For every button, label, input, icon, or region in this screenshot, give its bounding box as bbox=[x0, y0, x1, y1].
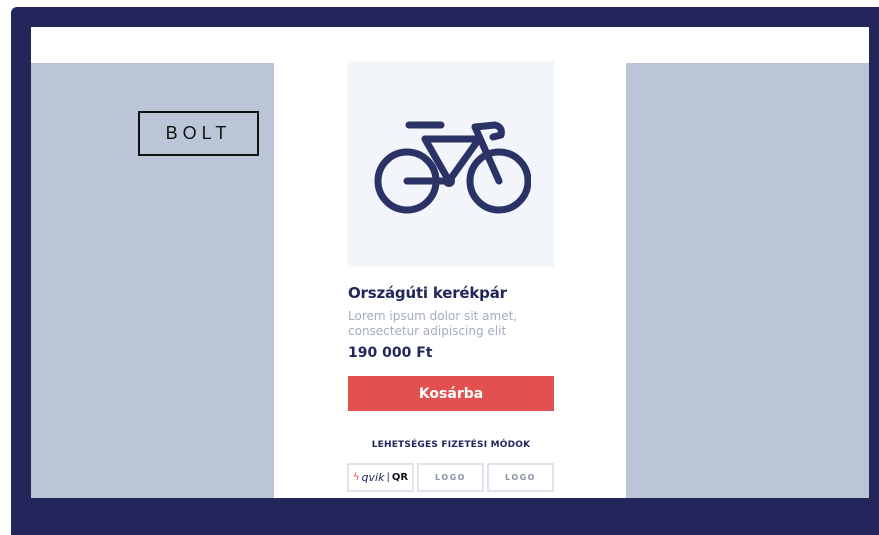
product-description: Lorem ipsum dolor sit amet, consectetur … bbox=[348, 309, 518, 338]
add-to-cart-button[interactable]: Kosárba bbox=[348, 376, 554, 411]
screen: BOLT Országúti kerékpár Lorem ipsum dolo… bbox=[31, 27, 869, 498]
product-title: Országúti kerékpár bbox=[348, 284, 507, 302]
qvik-separator: | bbox=[386, 472, 390, 483]
qvik-qr-label: QR bbox=[391, 472, 409, 483]
payment-logo-placeholder: LOGO bbox=[505, 473, 536, 482]
payment-logo-placeholder: LOGO bbox=[435, 473, 466, 482]
qvik-logo-icon: ϟ bbox=[352, 472, 360, 483]
payment-methods-title: LEHETSÉGES FIZETÉSI MÓDOK bbox=[371, 440, 531, 450]
bicycle-icon bbox=[374, 121, 531, 214]
payment-option-logo-1[interactable]: LOGO bbox=[417, 463, 484, 492]
product-image bbox=[347, 61, 554, 267]
shop-button[interactable]: BOLT bbox=[138, 111, 259, 156]
right-panel bbox=[626, 63, 869, 498]
qvik-logo-text: qvik bbox=[361, 471, 385, 484]
payment-option-qvik[interactable]: ϟ qvik | QR bbox=[347, 463, 414, 492]
payment-option-logo-2[interactable]: LOGO bbox=[487, 463, 554, 492]
product-price: 190 000 Ft bbox=[348, 345, 433, 361]
left-panel: BOLT bbox=[31, 63, 274, 498]
